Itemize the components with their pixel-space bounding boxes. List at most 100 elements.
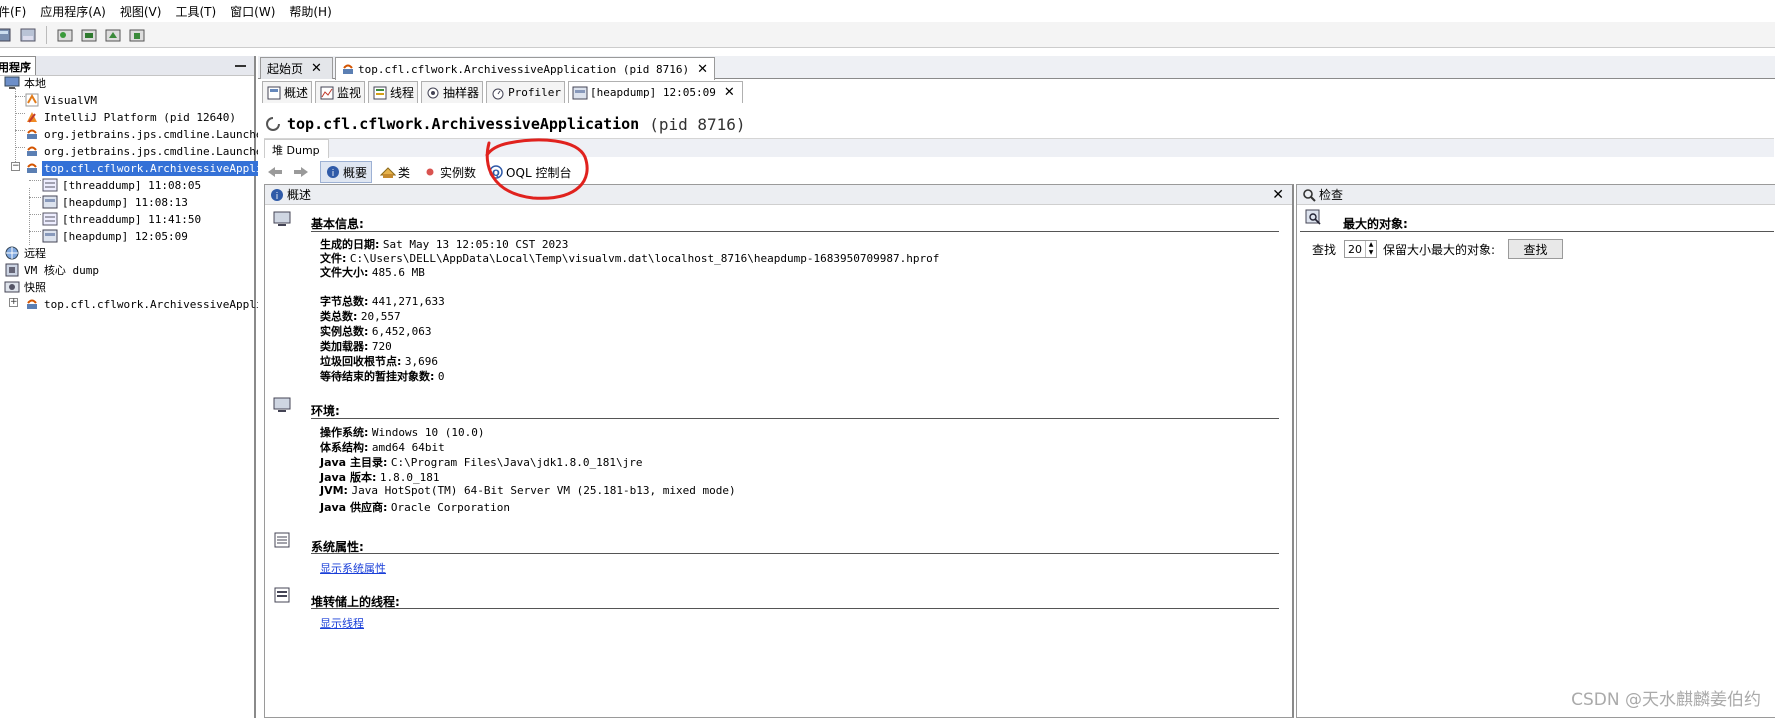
sampler-icon [425,85,441,101]
tree-node-threaddump-2[interactable]: [threaddump] 11:41:50 [42,210,203,228]
inspect-panel: 检查 最大的对象: 查找 20 ▲ ▼ 保留大小最大的对象: 查找 [1296,184,1775,718]
overview-panel: i 概述 ✕ 基本信息: 生成的日期: Sat May 13 12:05:10 … [264,184,1294,718]
tab-heap-dump[interactable]: 堆 Dump [264,138,329,158]
summary-button[interactable]: i 概要 [320,161,373,183]
tab-sampler[interactable]: 抽样器 [421,81,484,103]
total-instances-row: 实例总数: 6,452,063 [320,325,432,338]
find-row: 查找 20 ▲ ▼ 保留大小最大的对象: 查找 [1312,239,1564,259]
tree-node-snapshots[interactable]: 快照 [4,278,48,296]
java-vendor-row: Java 供应商: Oracle Corporation [320,501,511,514]
remote-host-icon [4,245,20,261]
info-icon: i [269,187,285,203]
jvm-row: JVM: Java HotSpot(TM) 64-Bit Server VM (… [320,484,736,497]
find-button[interactable]: 查找 [1508,239,1564,259]
tree-node-archivessive-app[interactable]: top.cfl.cflwork.ArchivessiveApplica [24,159,278,177]
tree-node-visualvm[interactable]: VisualVM [24,91,99,109]
search-heap-icon [1305,209,1323,228]
applications-panel: 用程序 本地 VisualVM IntelliJ Platform (pid 1… [0,56,278,718]
menu-help[interactable]: 帮助(H) [289,3,331,20]
tree-node-launcher-2[interactable]: org.jetbrains.jps.cmdline.Launcher [24,142,271,160]
close-icon[interactable]: ✕ [311,61,322,76]
add-core-dump-icon[interactable] [103,25,123,45]
snapshots-icon [4,279,20,295]
heap-dump-icon [572,85,588,101]
monitor-icon [319,85,335,101]
section-divider [1300,231,1774,232]
biggest-objects-heading: 最大的对象: [1343,217,1408,231]
threads-icon [372,85,388,101]
view-tabs: 概述 监视 线程 抽样器 Profiler [heapdump] 12:05:0… [262,81,746,103]
thread-dump-icon [42,211,58,227]
heap-dump-icon [42,228,58,244]
magnifier-icon [1301,187,1317,203]
close-icon[interactable]: ✕ [697,62,708,77]
instances-button[interactable]: 实例数 [418,161,480,183]
tab-application[interactable]: top.cfl.cflwork.ArchivessiveApplication … [335,57,715,80]
core-dump-icon [4,262,20,278]
count-spinner-value[interactable]: 20 [1345,243,1365,256]
save-icon[interactable] [18,25,38,45]
svg-text:i: i [332,169,335,179]
collapse-toggle[interactable]: − [11,162,20,171]
tree-node-heapdump-1[interactable]: [heapdump] 11:08:13 [42,193,190,211]
close-icon[interactable]: ✕ [724,85,735,100]
java-home-row: Java 主目录: C:\Program Files\Java\jdk1.8.0… [320,456,643,469]
expand-toggle[interactable]: + [9,298,18,307]
menu-tools[interactable]: 工具(T) [175,3,216,20]
classes-icon [380,164,397,180]
heap-navigation-bar: i 概要 类 实例数 Q OQL 控制台 [264,159,579,185]
java-app-icon [24,160,40,176]
show-threads-link[interactable]: 显示线程 [320,615,364,631]
classes-button[interactable]: 类 [376,161,414,183]
tree-node-threaddump-1[interactable]: [threaddump] 11:08:05 [42,176,203,194]
tree-node-intellij[interactable]: IntelliJ Platform (pid 12640) [24,108,238,126]
tab-threads[interactable]: 线程 [368,81,419,103]
tab-heapdump[interactable]: [heapdump] 12:05:09 ✕ [568,81,743,103]
menu-application[interactable]: 应用程序(A) [40,3,106,20]
tab-start-page[interactable]: 起始页 ✕ [260,57,333,79]
tree-node-launcher-1[interactable]: org.jetbrains.jps.cmdline.Launcher [24,125,271,143]
inspect-panel-header: 检查 [1297,185,1775,205]
applications-tree: 本地 VisualVM IntelliJ Platform (pid 12640… [0,74,278,716]
open-dump-icon[interactable] [0,25,14,45]
spinner-arrows-icon[interactable]: ▲ ▼ [1365,241,1376,257]
back-arrow-icon[interactable] [264,161,286,183]
java-app-icon [24,126,40,142]
tree-node-vm-core-dump[interactable]: VM 核心 dump [4,261,101,279]
tree-node-heapdump-2[interactable]: [heapdump] 12:05:09 [42,227,190,245]
menu-file[interactable]: 件(F) [0,3,26,20]
file-size-row: 文件大小: 485.6 MB [320,266,425,279]
oql-query-icon: Q [488,164,504,180]
environment-heading: 环境: [311,404,340,418]
tree-node-local[interactable]: 本地 [4,74,48,92]
close-icon[interactable]: ✕ [1272,187,1284,203]
add-jmx-icon[interactable] [55,25,75,45]
menu-bar: 件(F) 应用程序(A) 视图(V) 工具(T) 窗口(W) 帮助(H) [0,0,1775,22]
add-snapshot-icon[interactable] [127,25,147,45]
tab-overview[interactable]: 概述 [262,81,313,103]
forward-arrow-icon[interactable] [290,161,312,183]
application-pid: (pid 8716) [649,114,746,134]
document-tabs: 起始页 ✕ top.cfl.cflwork.ArchivessiveApplic… [258,56,1775,80]
system-properties-icon [273,532,291,548]
menu-window[interactable]: 窗口(W) [230,3,275,20]
menu-view[interactable]: 视图(V) [120,3,162,20]
instance-dot-icon [422,164,438,180]
section-divider [311,553,1279,554]
tab-monitor[interactable]: 监视 [315,81,366,103]
overview-icon [266,85,282,101]
tree-node-snapshot-app[interactable]: top.cfl.cflwork.ArchivessiveApplica [24,295,278,313]
show-system-properties-link[interactable]: 显示系统属性 [320,560,386,576]
total-bytes-row: 字节总数: 441,271,633 [320,295,445,308]
thread-dump-icon [42,177,58,193]
tab-profiler[interactable]: Profiler [486,81,566,103]
java-app-icon [24,296,40,312]
add-remote-host-icon[interactable] [79,25,99,45]
overview-panel-header: i 概述 ✕ [265,185,1292,205]
count-spinner[interactable]: 20 ▲ ▼ [1344,240,1378,258]
minimize-icon[interactable] [235,64,246,67]
tree-node-remote[interactable]: 远程 [4,244,48,262]
main-area: 起始页 ✕ top.cfl.cflwork.ArchivessiveApplic… [258,56,1775,718]
class-loaders-row: 类加载器: 720 [320,340,392,353]
oql-console-button[interactable]: Q OQL 控制台 [484,161,575,183]
